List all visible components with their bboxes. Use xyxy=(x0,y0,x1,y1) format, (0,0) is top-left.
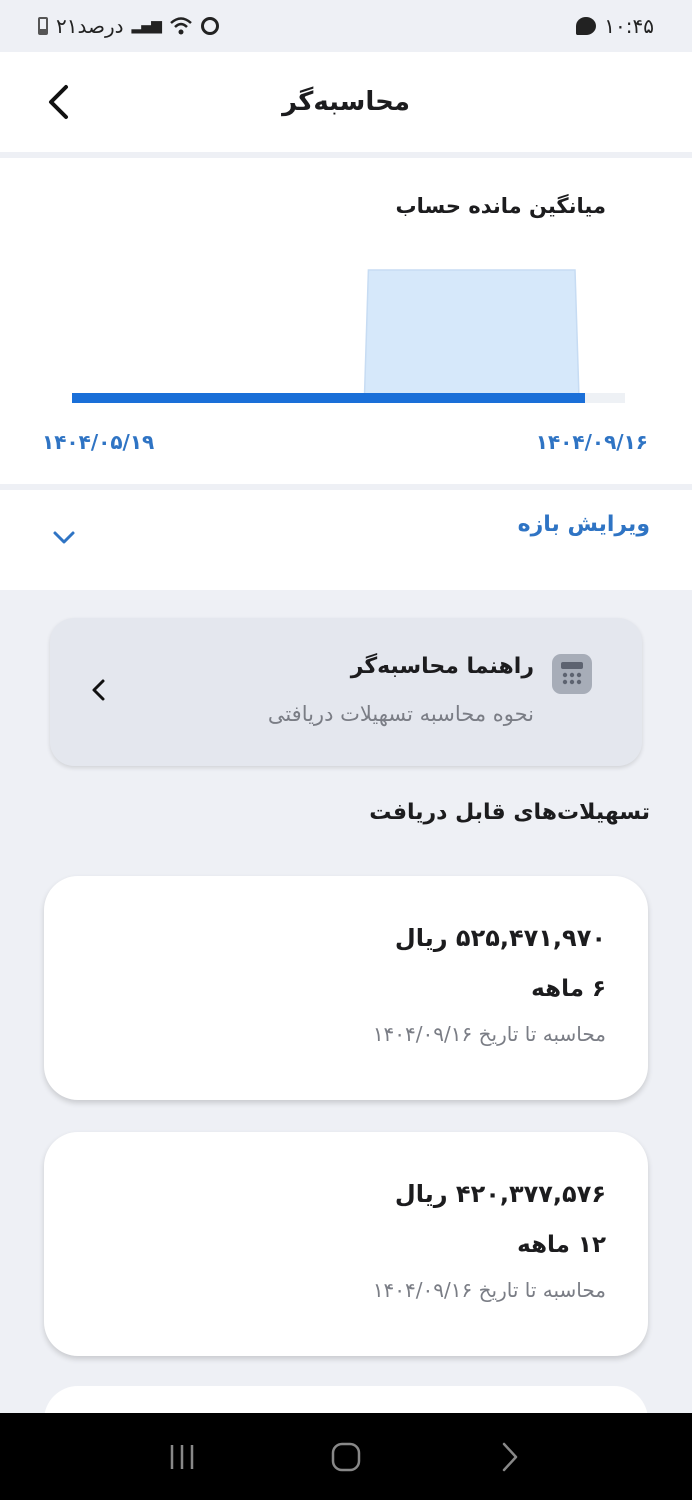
back-nav-button[interactable] xyxy=(480,1427,540,1487)
system-nav-bar xyxy=(0,1413,692,1500)
loan-card[interactable]: ۵۲۵,۴۷۱,۹۷۰ ریال ۶ ماهه محاسبه تا تاریخ … xyxy=(44,876,648,1100)
chart-end-date: ۱۴۰۴/۰۹/۱۶ xyxy=(535,430,648,454)
balance-chart xyxy=(72,269,625,403)
battery-icon xyxy=(38,17,48,35)
chart-start-date: ۱۴۰۴/۰۵/۱۹ xyxy=(42,430,155,454)
guide-title: راهنما محاسبه‌گر xyxy=(350,654,534,679)
chat-notification-icon xyxy=(576,17,597,35)
chart-baseline xyxy=(72,393,585,403)
alarm-icon xyxy=(200,17,219,35)
status-bar: ۲۱درصد ▂▄▆ ۱۰:۴۵ xyxy=(0,0,692,52)
chevron-left-icon xyxy=(49,85,68,119)
recent-apps-button[interactable] xyxy=(152,1427,212,1487)
calculator-guide-card[interactable]: راهنما محاسبه‌گر نحوه محاسبه تسهیلات دری… xyxy=(50,618,642,766)
home-button[interactable] xyxy=(316,1427,376,1487)
chevron-left-icon[interactable] xyxy=(90,678,106,702)
edit-range-row[interactable]: ویرایش بازه xyxy=(0,490,692,590)
balance-chart-card: میانگین مانده حساب ۱۴۰۴/۰۵/۱۹ ۱۴۰۴/۰۹/۱۶ xyxy=(0,158,692,484)
status-time: ۱۰:۴۵ xyxy=(604,14,654,38)
loan-amount: ۴۲۰,۳۷۷,۵۷۶ ریال xyxy=(394,1180,606,1208)
chevron-right-icon xyxy=(502,1442,518,1471)
back-button[interactable] xyxy=(36,80,80,124)
page-title: محاسبه‌گر xyxy=(282,87,410,117)
app-header: محاسبه‌گر xyxy=(0,52,692,152)
signal-icon: ▂▄▆ xyxy=(131,18,162,34)
guide-subtitle: نحوه محاسبه تسهیلات دریافتی xyxy=(267,702,534,726)
loan-term: ۱۲ ماهه xyxy=(517,1232,606,1258)
loan-amount: ۵۲۵,۴۷۱,۹۷۰ ریال xyxy=(394,924,606,952)
calculator-icon xyxy=(552,654,592,694)
wifi-icon xyxy=(170,17,192,35)
edit-range-label[interactable]: ویرایش بازه xyxy=(518,512,650,537)
loan-date-note: محاسبه تا تاریخ ۱۴۰۴/۰۹/۱۶ xyxy=(372,1022,606,1046)
status-left: ۲۱درصد ▂▄▆ xyxy=(38,14,219,38)
battery-text: ۲۱درصد xyxy=(56,14,124,38)
loan-card[interactable]: ۴۲۰,۳۷۷,۵۷۶ ریال ۱۲ ماهه محاسبه تا تاریخ… xyxy=(44,1132,648,1356)
chevron-down-icon[interactable] xyxy=(52,530,76,546)
home-icon xyxy=(331,1442,361,1471)
chart-area-segment xyxy=(363,269,580,399)
section-title: تسهیلات‌های قابل دریافت xyxy=(369,800,650,825)
status-right: ۱۰:۴۵ xyxy=(576,14,654,38)
recent-apps-icon xyxy=(170,1444,194,1469)
loan-date-note: محاسبه تا تاریخ ۱۴۰۴/۰۹/۱۶ xyxy=(372,1278,606,1302)
loan-term: ۶ ماهه xyxy=(531,976,606,1002)
